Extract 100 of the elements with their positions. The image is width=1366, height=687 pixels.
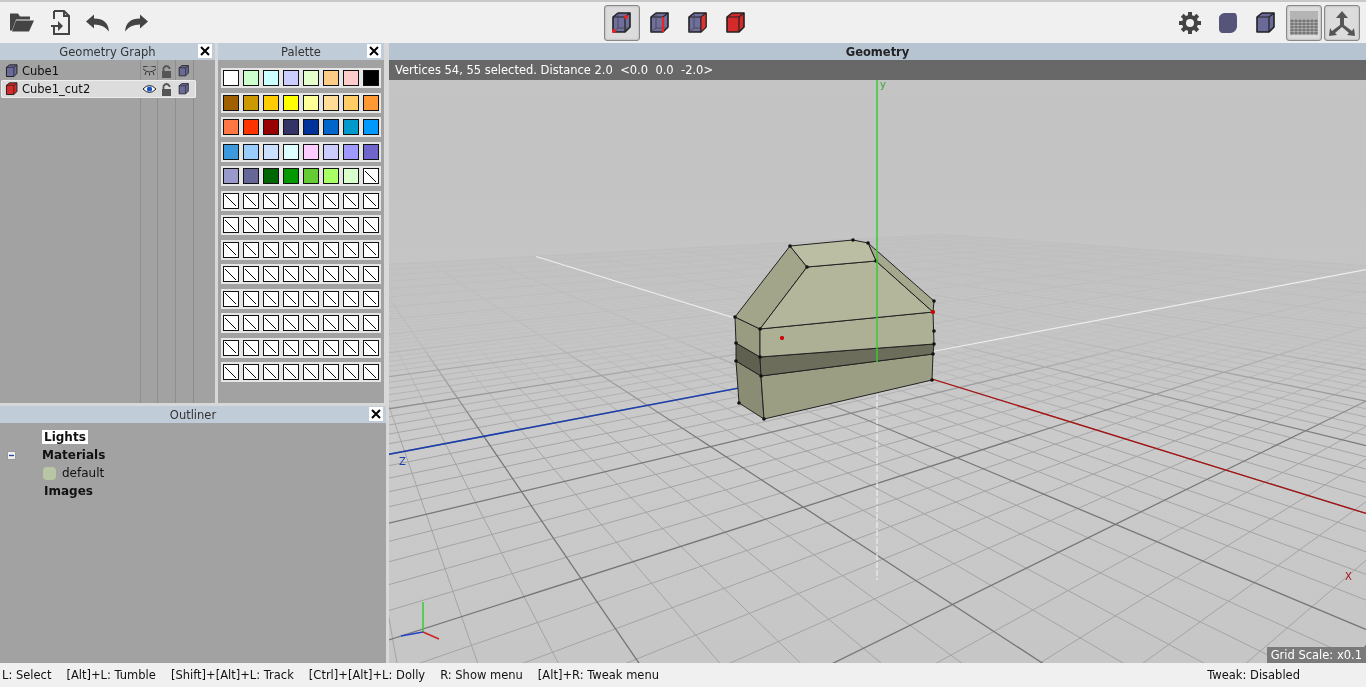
color-swatch[interactable] (223, 70, 239, 86)
outliner-item[interactable]: Materials (40, 448, 108, 462)
empty-swatch[interactable] (303, 339, 319, 356)
empty-swatch[interactable] (363, 315, 379, 331)
empty-swatch[interactable] (243, 290, 259, 307)
padlock-icon[interactable] (161, 82, 172, 96)
empty-swatch[interactable] (283, 290, 299, 307)
empty-swatch[interactable] (303, 290, 319, 307)
color-swatch[interactable] (283, 70, 299, 86)
color-swatch[interactable] (223, 119, 239, 135)
color-swatch[interactable] (283, 168, 299, 184)
empty-swatch[interactable] (263, 315, 279, 331)
empty-swatch[interactable] (283, 364, 299, 380)
color-swatch[interactable] (323, 94, 339, 111)
empty-swatch[interactable] (363, 192, 379, 209)
empty-swatch[interactable] (323, 241, 339, 258)
empty-swatch[interactable] (343, 217, 359, 233)
empty-swatch[interactable] (343, 315, 359, 331)
empty-swatch[interactable] (263, 192, 279, 209)
outliner-item[interactable]: Lights (42, 430, 88, 444)
empty-swatch[interactable] (223, 192, 239, 209)
empty-swatch[interactable] (343, 192, 359, 209)
empty-swatch[interactable] (363, 168, 379, 184)
vertex-select-button[interactable] (603, 4, 640, 41)
empty-swatch[interactable] (323, 290, 339, 307)
color-swatch[interactable] (243, 119, 259, 135)
empty-swatch[interactable] (303, 192, 319, 209)
axes-toggle-button[interactable] (1324, 4, 1360, 41)
empty-swatch[interactable] (243, 266, 259, 282)
empty-swatch[interactable] (263, 339, 279, 356)
empty-swatch[interactable] (303, 266, 319, 282)
empty-swatch[interactable] (363, 217, 379, 233)
color-swatch[interactable] (323, 143, 339, 160)
empty-swatch[interactable] (223, 217, 239, 233)
color-swatch[interactable] (263, 119, 279, 135)
closed-eye-icon[interactable] (142, 66, 157, 76)
color-swatch[interactable] (223, 94, 239, 111)
empty-swatch[interactable] (223, 364, 239, 380)
color-swatch[interactable] (303, 168, 319, 184)
empty-swatch[interactable] (263, 266, 279, 282)
color-swatch[interactable] (263, 168, 279, 184)
color-swatch[interactable] (363, 94, 379, 111)
eye-icon[interactable] (142, 84, 157, 94)
empty-swatch[interactable] (283, 339, 299, 356)
empty-swatch[interactable] (343, 266, 359, 282)
color-swatch[interactable] (343, 168, 359, 184)
color-swatch[interactable] (263, 70, 279, 86)
color-swatch[interactable] (243, 70, 259, 86)
color-swatch[interactable] (283, 119, 299, 135)
color-swatch[interactable] (363, 70, 379, 86)
color-swatch[interactable] (243, 94, 259, 111)
outliner-item[interactable]: default (60, 466, 107, 480)
empty-swatch[interactable] (283, 241, 299, 258)
empty-swatch[interactable] (303, 315, 319, 331)
empty-swatch[interactable] (323, 315, 339, 331)
color-swatch[interactable] (363, 143, 379, 160)
color-swatch[interactable] (243, 143, 259, 160)
color-swatch[interactable] (323, 168, 339, 184)
cube-icon[interactable] (177, 64, 191, 78)
empty-swatch[interactable] (243, 241, 259, 258)
empty-swatch[interactable] (283, 266, 299, 282)
color-swatch[interactable] (323, 70, 339, 86)
color-swatch[interactable] (283, 94, 299, 111)
empty-swatch[interactable] (243, 192, 259, 209)
color-swatch[interactable] (323, 119, 339, 135)
close-button[interactable] (369, 407, 383, 421)
ground-toggle-button[interactable] (1286, 4, 1322, 41)
empty-swatch[interactable] (263, 290, 279, 307)
color-swatch[interactable] (223, 143, 239, 160)
empty-swatch[interactable] (223, 241, 239, 258)
empty-swatch[interactable] (283, 315, 299, 331)
color-swatch[interactable] (343, 119, 359, 135)
empty-swatch[interactable] (363, 290, 379, 307)
empty-swatch[interactable] (303, 364, 319, 380)
empty-swatch[interactable] (283, 217, 299, 233)
padlock-icon[interactable] (161, 64, 172, 78)
empty-swatch[interactable] (363, 364, 379, 380)
empty-swatch[interactable] (223, 266, 239, 282)
empty-swatch[interactable] (323, 364, 339, 380)
cube-icon[interactable] (177, 82, 191, 96)
color-swatch[interactable] (303, 94, 319, 111)
empty-swatch[interactable] (323, 339, 339, 356)
color-swatch[interactable] (343, 94, 359, 111)
color-swatch[interactable] (263, 143, 279, 160)
empty-swatch[interactable] (263, 217, 279, 233)
color-swatch[interactable] (303, 70, 319, 86)
empty-swatch[interactable] (303, 241, 319, 258)
empty-swatch[interactable] (343, 364, 359, 380)
empty-swatch[interactable] (243, 364, 259, 380)
empty-swatch[interactable] (263, 241, 279, 258)
empty-swatch[interactable] (363, 339, 379, 356)
color-swatch[interactable] (283, 143, 299, 160)
empty-swatch[interactable] (263, 364, 279, 380)
empty-swatch[interactable] (323, 217, 339, 233)
collapse-toggle[interactable] (7, 450, 16, 460)
empty-swatch[interactable] (223, 315, 239, 331)
empty-swatch[interactable] (303, 217, 319, 233)
close-button[interactable] (367, 44, 381, 58)
empty-swatch[interactable] (343, 241, 359, 258)
empty-swatch[interactable] (283, 192, 299, 209)
